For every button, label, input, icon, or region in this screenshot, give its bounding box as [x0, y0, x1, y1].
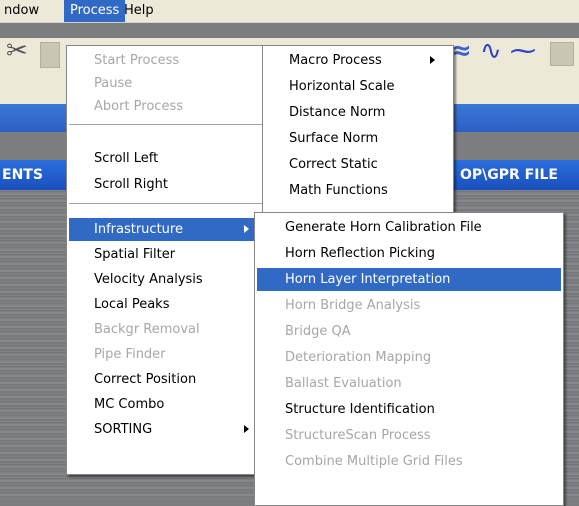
menu-item-horizontal-scale[interactable]: Horizontal Scale: [265, 75, 451, 98]
file-icon[interactable]: [550, 42, 574, 66]
menu-item-scroll-left[interactable]: Scroll Left: [69, 147, 265, 170]
wave-icon[interactable]: ∿: [480, 38, 502, 64]
menu-item-correct-static[interactable]: Correct Static: [265, 153, 451, 176]
process-menu: Start Process Pause Abort Process Scroll…: [66, 45, 268, 475]
menu-item-mc-combo[interactable]: MC Combo: [69, 393, 265, 416]
menu-item-sorting[interactable]: SORTING: [69, 418, 265, 441]
header-left-text: ENTS: [2, 167, 43, 183]
menu-separator: [69, 124, 265, 126]
wave2-icon[interactable]: ⁓: [510, 38, 536, 64]
menu-item-abort-process[interactable]: Abort Process: [69, 95, 265, 118]
header-right-text: OP\GPR FILE: [460, 167, 558, 183]
menu-item-math-functions[interactable]: Math Functions: [265, 179, 451, 202]
menu-item-start-process[interactable]: Start Process: [69, 49, 265, 72]
menu-item-velocity-analysis[interactable]: Velocity Analysis: [69, 268, 265, 291]
submenu-arrow-icon: [244, 425, 249, 433]
menu-process[interactable]: Process: [64, 0, 126, 22]
menu-item-ballast-evaluation[interactable]: Ballast Evaluation: [257, 372, 561, 395]
menu-item-deterioration-mapping[interactable]: Deterioration Mapping: [257, 346, 561, 369]
menu-item-horn-layer-interpretation[interactable]: Horn Layer Interpretation: [257, 268, 561, 291]
submenu-arrow-icon: [430, 56, 435, 64]
scissors-icon[interactable]: ✂: [6, 38, 28, 64]
menu-separator: [69, 203, 265, 205]
menu-help[interactable]: Help: [118, 0, 160, 22]
menu-item-structure-identification[interactable]: Structure Identification: [257, 398, 561, 421]
menu-item-correct-position[interactable]: Correct Position: [69, 368, 265, 391]
menu-item-macro-process[interactable]: Macro Process: [265, 49, 451, 72]
menu-item-backgr-removal[interactable]: Backgr Removal: [69, 318, 265, 341]
menu-item-bridge-qa[interactable]: Bridge QA: [257, 320, 561, 343]
menu-bar: ndow Process Help: [0, 0, 579, 23]
process-submenu: Macro Process Horizontal Scale Distance …: [262, 45, 454, 215]
menu-item-surface-norm[interactable]: Surface Norm: [265, 127, 451, 150]
menu-item-scroll-right[interactable]: Scroll Right: [69, 173, 265, 196]
menu-item-horn-reflection-picking[interactable]: Horn Reflection Picking: [257, 242, 561, 265]
menu-window[interactable]: ndow: [0, 0, 45, 22]
menu-item-generate-horn-calibration[interactable]: Generate Horn Calibration File: [257, 216, 561, 239]
menu-item-structurescan-process[interactable]: StructureScan Process: [257, 424, 561, 447]
menu-item-pipe-finder[interactable]: Pipe Finder: [69, 343, 265, 366]
menu-item-horn-bridge-analysis[interactable]: Horn Bridge Analysis: [257, 294, 561, 317]
infrastructure-submenu: Generate Horn Calibration File Horn Refl…: [254, 212, 564, 506]
menu-item-local-peaks[interactable]: Local Peaks: [69, 293, 265, 316]
menu-item-spatial-filter[interactable]: Spatial Filter: [69, 243, 265, 266]
submenu-arrow-icon: [244, 225, 249, 233]
copy-icon[interactable]: [40, 42, 60, 68]
menu-item-combine-multiple-grid-files[interactable]: Combine Multiple Grid Files: [257, 450, 561, 473]
menu-item-infrastructure[interactable]: Infrastructure: [69, 218, 265, 241]
menu-item-pause[interactable]: Pause: [69, 72, 265, 95]
menu-item-distance-norm[interactable]: Distance Norm: [265, 101, 451, 124]
